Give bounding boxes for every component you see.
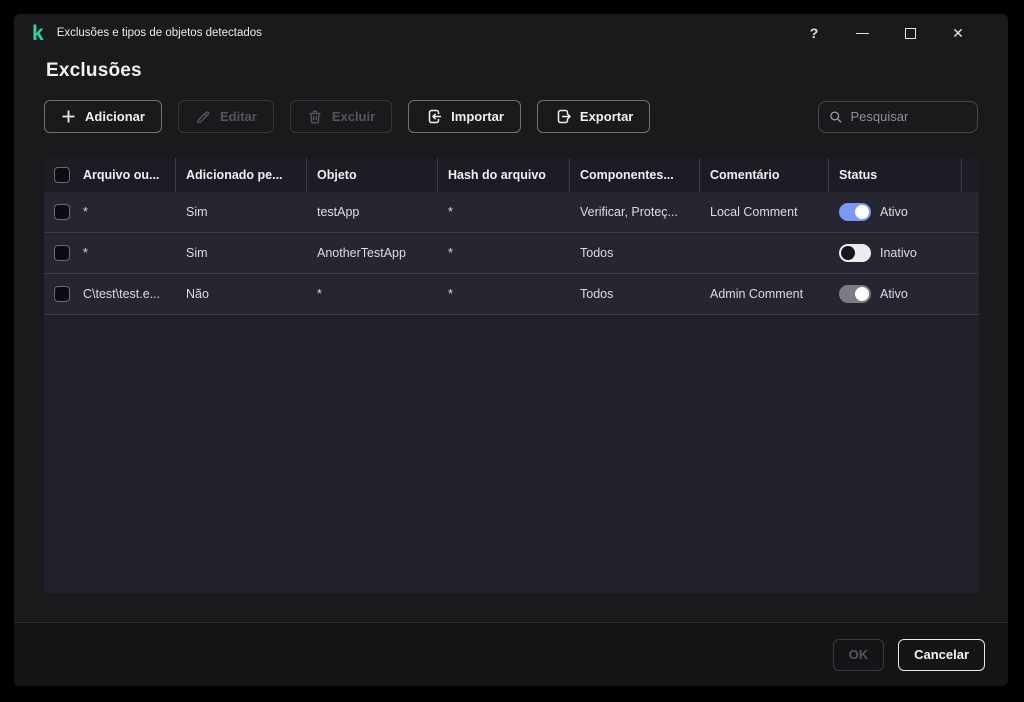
row-checkbox[interactable] bbox=[54, 204, 70, 220]
minimize-icon[interactable] bbox=[838, 18, 886, 48]
plus-icon bbox=[62, 110, 75, 123]
table-row[interactable]: * Sim AnotherTestApp * Todos Inativo bbox=[44, 233, 979, 274]
row-checkbox[interactable] bbox=[54, 286, 70, 302]
select-all-checkbox[interactable] bbox=[54, 167, 70, 183]
table-row[interactable]: C\test\test.e... Não * * Todos Admin Com… bbox=[44, 274, 979, 315]
col-added-by: Adicionado pe... bbox=[176, 158, 307, 192]
window-title: Exclusões e tipos de objetos detectados bbox=[56, 27, 262, 39]
window-controls: ? ✕ bbox=[790, 18, 982, 48]
search-input[interactable] bbox=[850, 109, 967, 124]
table-empty-area bbox=[44, 315, 979, 593]
title-bar: k Exclusões e tipos de objetos detectado… bbox=[14, 14, 1008, 52]
search-icon bbox=[830, 110, 842, 123]
status-label: Ativo bbox=[880, 287, 908, 301]
col-object: Objeto bbox=[307, 158, 438, 192]
close-icon[interactable]: ✕ bbox=[934, 18, 982, 48]
status-toggle[interactable] bbox=[839, 244, 871, 262]
status-toggle[interactable] bbox=[839, 285, 871, 303]
maximize-icon[interactable] bbox=[886, 18, 934, 48]
export-icon bbox=[557, 109, 571, 124]
exclusions-table: Arquivo ou... Adicionado pe... Objeto Ha… bbox=[44, 158, 979, 593]
table-row[interactable]: * Sim testApp * Verificar, Proteç... Loc… bbox=[44, 192, 979, 233]
status-label: Inativo bbox=[880, 246, 917, 260]
row-checkbox[interactable] bbox=[54, 245, 70, 261]
app-window: k Exclusões e tipos de objetos detectado… bbox=[14, 14, 1008, 686]
cancel-button[interactable]: Cancelar bbox=[898, 638, 985, 671]
col-comment: Comentário bbox=[700, 158, 829, 192]
toolbar: Adicionar Editar Excluir Importar Export… bbox=[44, 100, 978, 133]
help-icon[interactable]: ? bbox=[790, 18, 838, 48]
col-hash: Hash do arquivo bbox=[438, 158, 570, 192]
import-icon bbox=[428, 109, 442, 124]
col-file: Arquivo ou... bbox=[83, 168, 160, 182]
search-box[interactable] bbox=[818, 100, 978, 133]
trash-icon bbox=[309, 109, 321, 124]
status-toggle[interactable] bbox=[839, 203, 871, 221]
col-status: Status bbox=[829, 158, 962, 192]
table-header: Arquivo ou... Adicionado pe... Objeto Ha… bbox=[44, 158, 979, 192]
col-extra bbox=[962, 158, 980, 192]
add-button[interactable]: Adicionar bbox=[44, 100, 162, 133]
edit-button[interactable]: Editar bbox=[177, 100, 274, 133]
import-button[interactable]: Importar bbox=[408, 100, 521, 133]
status-label: Ativo bbox=[880, 205, 908, 219]
page-title: Exclusões bbox=[46, 60, 142, 81]
col-components: Componentes... bbox=[570, 158, 700, 192]
delete-button[interactable]: Excluir bbox=[289, 100, 393, 133]
pencil-icon bbox=[197, 110, 210, 123]
export-button[interactable]: Exportar bbox=[536, 100, 651, 133]
kaspersky-logo-icon: k bbox=[32, 21, 44, 45]
footer-bar: OK Cancelar bbox=[14, 622, 1008, 686]
ok-button[interactable]: OK bbox=[832, 638, 885, 671]
